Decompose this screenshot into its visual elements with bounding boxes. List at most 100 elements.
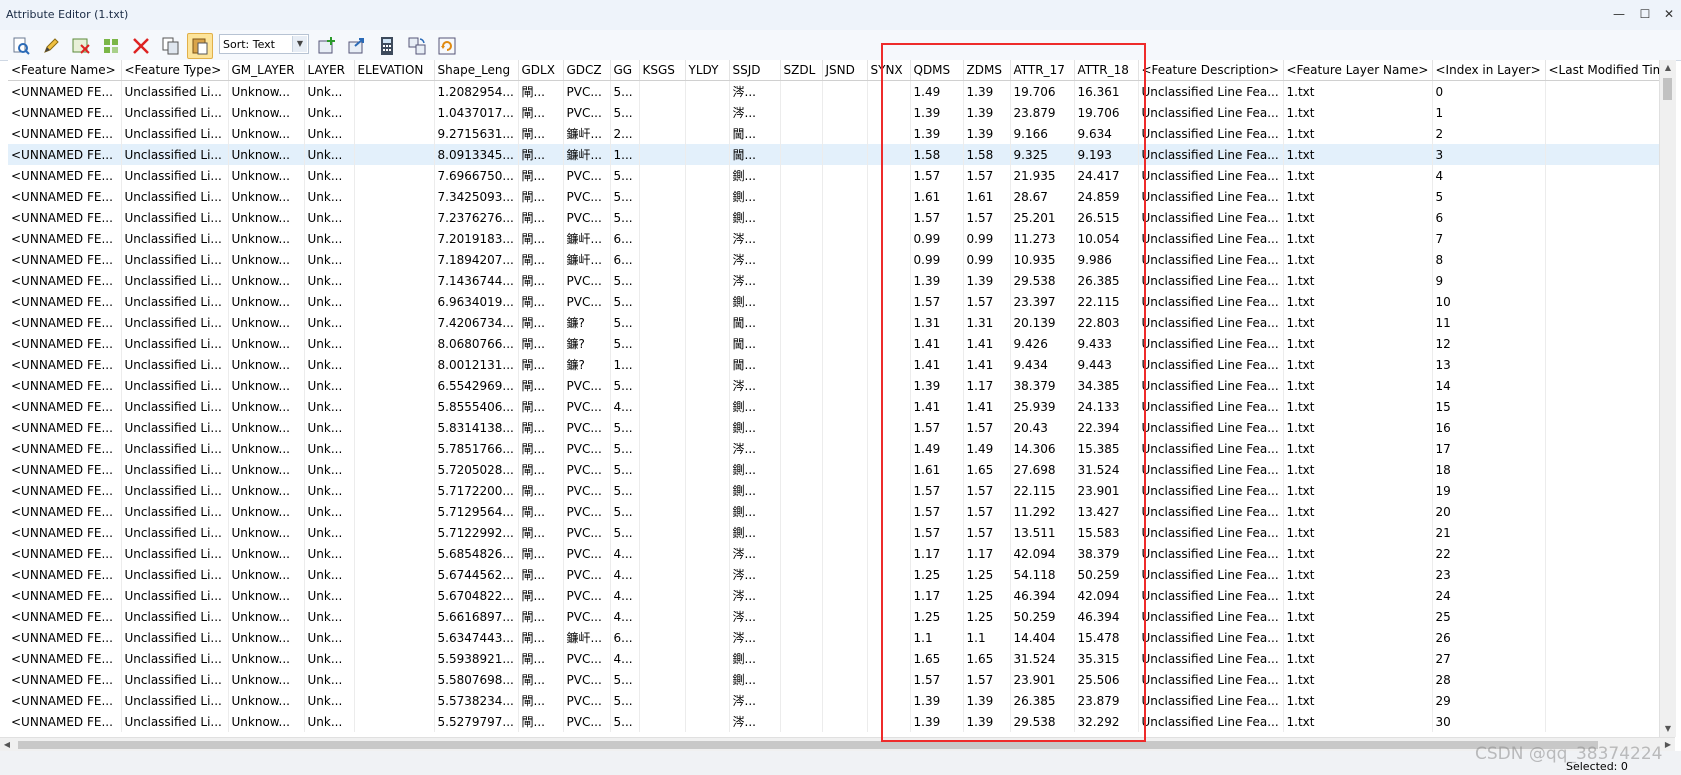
table-cell[interactable]: 鍘... [729, 291, 781, 312]
table-cell[interactable] [822, 123, 868, 144]
table-cell[interactable]: <UNNAMED FE... [8, 165, 122, 186]
table-cell[interactable]: Unk... [304, 585, 355, 606]
table-cell[interactable] [1545, 228, 1659, 249]
table-cell[interactable] [1545, 165, 1659, 186]
table-cell[interactable]: Unk... [304, 354, 355, 375]
table-cell[interactable]: 鍘... [729, 648, 781, 669]
table-cell[interactable] [780, 186, 823, 207]
table-cell[interactable]: 閫... [729, 123, 781, 144]
table-cell[interactable] [685, 606, 730, 627]
table-cell[interactable]: PVC... [563, 543, 611, 564]
table-cell[interactable]: 1.49 [963, 438, 1011, 459]
table-cell[interactable]: 28 [1432, 669, 1546, 690]
table-cell[interactable]: 27.698 [1010, 459, 1075, 480]
table-cell[interactable]: 1.txt [1283, 207, 1433, 228]
table-cell[interactable] [867, 648, 911, 669]
table-cell[interactable]: 50.259 [1010, 606, 1075, 627]
table-cell[interactable]: 5... [610, 333, 640, 354]
column-header[interactable]: KSGS [639, 60, 686, 81]
table-cell[interactable]: 1.txt [1283, 480, 1433, 501]
table-cell[interactable] [1545, 522, 1659, 543]
table-cell[interactable]: 閫... [729, 312, 781, 333]
table-cell[interactable] [1545, 543, 1659, 564]
table-cell[interactable] [639, 438, 686, 459]
table-cell[interactable]: Unk... [304, 669, 355, 690]
table-cell[interactable]: Unclassified Line Fea... [1138, 627, 1284, 648]
table-cell[interactable] [822, 669, 868, 690]
table-cell[interactable] [639, 291, 686, 312]
table-cell[interactable]: 9.634 [1074, 123, 1139, 144]
table-cell[interactable]: 26.515 [1074, 207, 1139, 228]
table-cell[interactable] [639, 711, 686, 732]
table-cell[interactable] [639, 333, 686, 354]
table-cell[interactable]: PVC... [563, 396, 611, 417]
table-cell[interactable]: 5... [610, 522, 640, 543]
table-cell[interactable] [822, 606, 868, 627]
table-cell[interactable]: 1.57 [910, 501, 964, 522]
table-cell[interactable] [354, 522, 435, 543]
table-cell[interactable]: 6... [610, 249, 640, 270]
table-cell[interactable] [639, 543, 686, 564]
table-cell[interactable]: 5.7851766... [434, 438, 519, 459]
table-cell[interactable]: <UNNAMED FE... [8, 711, 122, 732]
table-cell[interactable]: 4 [1432, 165, 1546, 186]
table-cell[interactable]: 涔... [729, 543, 781, 564]
table-cell[interactable]: PVC... [563, 417, 611, 438]
table-cell[interactable]: Unclassified Li... [121, 249, 229, 270]
table-cell[interactable]: 鍘... [729, 396, 781, 417]
table-cell[interactable]: 26 [1432, 627, 1546, 648]
table-cell[interactable]: Unclassified Li... [121, 606, 229, 627]
table-cell[interactable] [354, 144, 435, 165]
table-cell[interactable] [1545, 627, 1659, 648]
table-cell[interactable]: 7 [1432, 228, 1546, 249]
table-cell[interactable] [780, 627, 823, 648]
table-cell[interactable]: Unclassified Line Fea... [1138, 80, 1284, 102]
table-cell[interactable] [780, 522, 823, 543]
table-cell[interactable]: 5.8314138... [434, 417, 519, 438]
table-cell[interactable]: 5.8555406... [434, 396, 519, 417]
table-cell[interactable]: 1.17 [910, 543, 964, 564]
table-cell[interactable] [354, 669, 435, 690]
table-cell[interactable] [354, 354, 435, 375]
table-cell[interactable]: 1.65 [963, 459, 1011, 480]
table-cell[interactable] [685, 80, 730, 102]
table-cell[interactable]: Unclassified Line Fea... [1138, 291, 1284, 312]
table-cell[interactable] [685, 123, 730, 144]
table-cell[interactable]: 9.434 [1010, 354, 1075, 375]
table-cell[interactable]: 閘... [518, 354, 564, 375]
table-cell[interactable]: 17 [1432, 438, 1546, 459]
table-cell[interactable]: <UNNAMED FE... [8, 501, 122, 522]
table-cell[interactable]: 涔... [729, 564, 781, 585]
table-cell[interactable]: 7.2019183... [434, 228, 519, 249]
table-row[interactable]: <UNNAMED FE... Unclassified Li... Unknow..… [8, 80, 1659, 102]
table-cell[interactable]: Unknow... [228, 459, 305, 480]
table-cell[interactable]: 29.538 [1010, 270, 1075, 291]
table-cell[interactable]: 7.4206734... [434, 312, 519, 333]
table-cell[interactable] [685, 354, 730, 375]
table-cell[interactable]: Unclassified Li... [121, 207, 229, 228]
table-cell[interactable] [822, 354, 868, 375]
table-cell[interactable]: 閘... [518, 480, 564, 501]
table-cell[interactable]: 1.41 [963, 333, 1011, 354]
add-attribute-button[interactable] [314, 33, 340, 59]
table-cell[interactable]: <UNNAMED FE... [8, 648, 122, 669]
table-cell[interactable]: Unclassified Li... [121, 354, 229, 375]
table-cell[interactable]: 24.417 [1074, 165, 1139, 186]
table-cell[interactable] [639, 522, 686, 543]
table-cell[interactable]: <UNNAMED FE... [8, 459, 122, 480]
table-cell[interactable]: Unclassified Line Fea... [1138, 543, 1284, 564]
table-cell[interactable]: 25 [1432, 606, 1546, 627]
table-row[interactable]: <UNNAMED FE... Unclassified Li... Unknow..… [8, 438, 1659, 459]
table-cell[interactable] [685, 291, 730, 312]
table-cell[interactable]: <UNNAMED FE... [8, 438, 122, 459]
table-cell[interactable]: 16.361 [1074, 80, 1139, 102]
table-cell[interactable] [780, 291, 823, 312]
table-cell[interactable] [639, 417, 686, 438]
table-cell[interactable]: 29 [1432, 690, 1546, 711]
table-cell[interactable]: Unclassified Line Fea... [1138, 711, 1284, 732]
table-cell[interactable]: Unknow... [228, 564, 305, 585]
table-cell[interactable]: 46.394 [1010, 585, 1075, 606]
table-cell[interactable] [867, 606, 911, 627]
table-cell[interactable]: 閘... [518, 102, 564, 123]
table-cell[interactable]: Unclassified Line Fea... [1138, 165, 1284, 186]
